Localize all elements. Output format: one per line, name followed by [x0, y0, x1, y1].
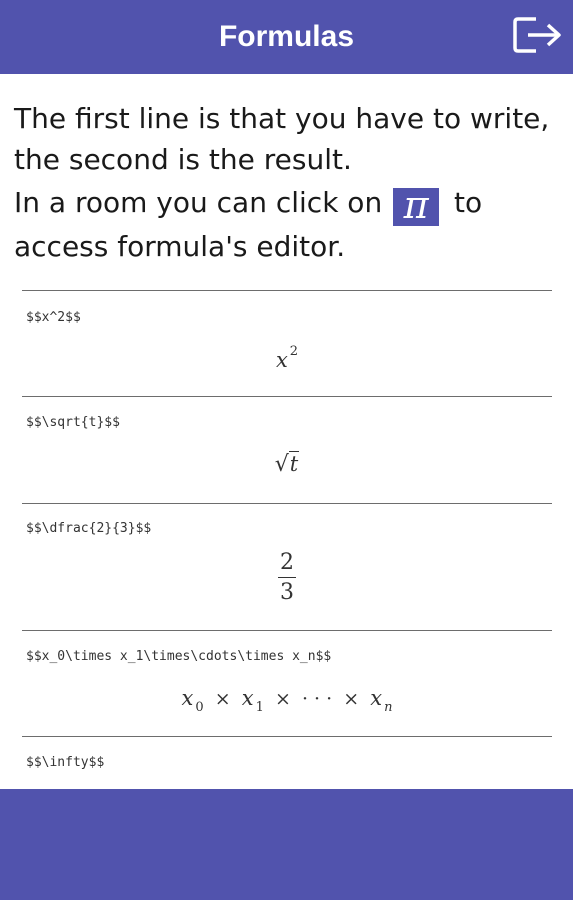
- formula-code: $$\sqrt{t}$$: [26, 415, 120, 430]
- bottom-bar: [0, 789, 573, 900]
- divider: [22, 503, 552, 504]
- divider: [22, 736, 552, 737]
- fraction: 2 3: [278, 550, 296, 605]
- formula-code: $$\dfrac{2}{3}$$: [26, 521, 152, 536]
- formula-list[interactable]: The first line is that you have to write…: [0, 74, 573, 789]
- divider: [22, 630, 552, 631]
- divider: [22, 290, 552, 291]
- formula-result: 2 3: [22, 551, 552, 605]
- formula-result: x0 × x1 × · · · × xn: [181, 686, 393, 715]
- formula-code: $$x^2$$: [26, 310, 81, 325]
- app-bar: Formulas: [0, 0, 573, 74]
- divider: [22, 396, 552, 397]
- pi-icon: π: [393, 186, 440, 226]
- exit-icon: [513, 17, 561, 53]
- intro-line-1: The first line is that you have to write…: [14, 102, 550, 176]
- intro-text: The first line is that you have to write…: [14, 98, 559, 267]
- formula-code: $$x_0\times x_1\times\cdots\times x_n$$: [26, 649, 332, 664]
- exit-button[interactable]: [510, 10, 568, 60]
- intro-line-2: In a room you can click on π to access f…: [14, 182, 559, 267]
- formula-result: √t: [274, 451, 300, 477]
- formula-result: x2: [275, 344, 299, 372]
- formula-code: $$\infty$$: [26, 755, 105, 770]
- intro-line-2-before: In a room you can click on: [14, 186, 383, 219]
- page-title: Formulas: [218, 20, 355, 53]
